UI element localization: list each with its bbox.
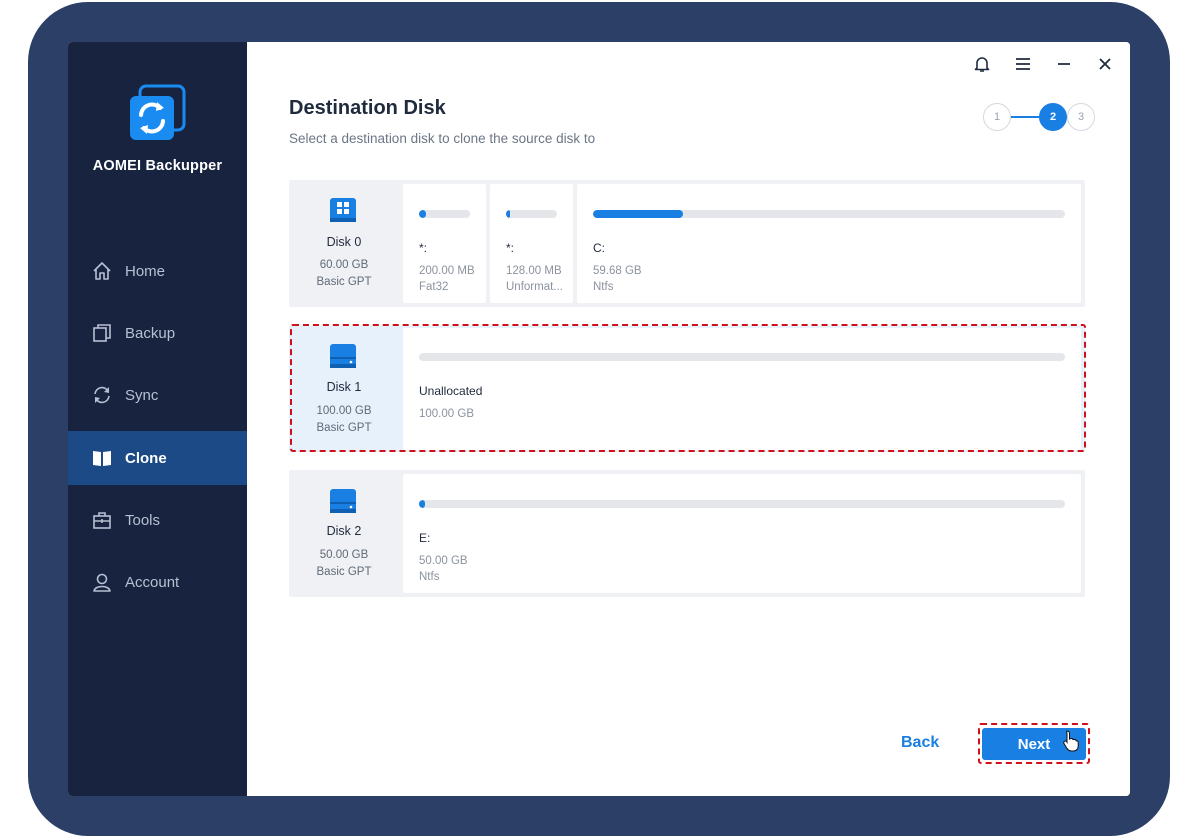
partition-label: *: [419, 241, 428, 255]
clone-icon [91, 447, 113, 469]
partition-card[interactable]: *: 200.00 MB Fat32 [403, 184, 486, 303]
partition-card[interactable]: E: 50.00 GB Ntfs [403, 474, 1081, 593]
windows-disk-icon [330, 198, 356, 222]
usage-fill [506, 210, 511, 218]
partition-fs: Ntfs [593, 281, 614, 293]
usage-bar [506, 210, 557, 218]
partition-card[interactable]: Unallocated 100.00 GB [403, 328, 1081, 450]
disk-size: 50.00 GB [319, 549, 369, 561]
home-icon [91, 260, 113, 282]
app-window: AOMEI Backupper Home Backup Sync Clone T… [68, 42, 1130, 796]
account-icon [91, 571, 113, 593]
sidebar-item-account[interactable]: Account [68, 555, 247, 609]
sidebar: AOMEI Backupper Home Backup Sync Clone T… [68, 42, 247, 796]
sidebar-item-label: Backup [125, 324, 176, 342]
partition-label: Unallocated [419, 384, 483, 398]
partition-card[interactable]: C: 59.68 GB Ntfs [577, 184, 1081, 303]
step-indicator: 1 2 3 [983, 102, 1095, 132]
sidebar-item-clone[interactable]: Clone [68, 431, 247, 485]
close-icon[interactable] [1093, 54, 1117, 74]
disk-icon [330, 344, 356, 368]
disk-info: Disk 1 100.00 GB Basic GPT [289, 326, 399, 452]
backup-icon [91, 322, 113, 344]
tools-icon [91, 509, 113, 531]
usage-bar [419, 353, 1065, 361]
partition-size: 59.68 GB [593, 265, 642, 277]
main-panel: Destination Disk Select a destination di… [247, 42, 1130, 796]
sidebar-item-label: Clone [125, 449, 167, 467]
partition-size: 100.00 GB [419, 408, 474, 420]
page-subtitle: Select a destination disk to clone the s… [289, 131, 596, 146]
sidebar-item-sync[interactable]: Sync [68, 368, 247, 422]
disk-icon [330, 489, 356, 513]
partition-fs: Fat32 [419, 281, 449, 293]
step-connector [1010, 116, 1040, 118]
step-1: 1 [983, 103, 1011, 131]
disk-type: Basic GPT [316, 566, 372, 578]
sidebar-item-tools[interactable]: Tools [68, 493, 247, 547]
partition-size: 50.00 GB [419, 555, 468, 567]
disk-row-2[interactable]: Disk 2 50.00 GB Basic GPT E: 50.00 GB Nt… [289, 470, 1085, 597]
partition-size: 200.00 MB [419, 265, 475, 277]
disk-type: Basic GPT [316, 422, 372, 434]
sidebar-item-label: Home [125, 262, 166, 280]
disk-row-1[interactable]: Disk 1 100.00 GB Basic GPT Unallocated 1… [289, 326, 1085, 452]
menu-icon[interactable] [1011, 54, 1035, 74]
sidebar-item-label: Account [125, 573, 180, 591]
partition-label: E: [419, 531, 431, 545]
step-3: 3 [1067, 103, 1095, 131]
sync-icon [91, 384, 113, 406]
usage-fill [419, 210, 427, 218]
usage-bar [593, 210, 1065, 218]
partition-label: C: [593, 241, 605, 255]
partition-fs: Unformat... [506, 281, 563, 293]
app-name: AOMEI Backupper [92, 158, 223, 174]
disk-info: Disk 2 50.00 GB Basic GPT [289, 470, 399, 597]
sidebar-item-home[interactable]: Home [68, 244, 247, 298]
sidebar-item-backup[interactable]: Backup [68, 306, 247, 360]
disk-info: Disk 0 60.00 GB Basic GPT [289, 180, 399, 307]
minimize-icon[interactable] [1052, 54, 1076, 74]
partition-fs: Ntfs [419, 571, 440, 583]
step-2: 2 [1039, 103, 1067, 131]
disk-size: 100.00 GB [316, 405, 372, 417]
bell-icon[interactable] [970, 54, 994, 74]
disk-size: 60.00 GB [319, 259, 369, 271]
sidebar-item-label: Sync [125, 386, 159, 404]
disk-row-0[interactable]: Disk 0 60.00 GB Basic GPT *: 200.00 MB F… [289, 180, 1085, 307]
usage-bar [419, 210, 470, 218]
disk-name: Disk 2 [326, 524, 362, 538]
sidebar-item-label: Tools [125, 511, 161, 529]
disk-type: Basic GPT [316, 276, 372, 288]
usage-bar [419, 500, 1065, 508]
partition-size: 128.00 MB [506, 265, 562, 277]
app-logo-icon [130, 84, 186, 140]
disk-name: Disk 0 [326, 235, 362, 249]
page-title: Destination Disk [289, 97, 446, 119]
mouse-cursor-icon [1063, 730, 1079, 752]
back-button[interactable]: Back [901, 734, 939, 752]
partition-label: *: [506, 241, 515, 255]
usage-fill [419, 500, 426, 508]
partition-card[interactable]: *: 128.00 MB Unformat... [490, 184, 573, 303]
disk-name: Disk 1 [326, 380, 362, 394]
usage-fill [593, 210, 683, 218]
